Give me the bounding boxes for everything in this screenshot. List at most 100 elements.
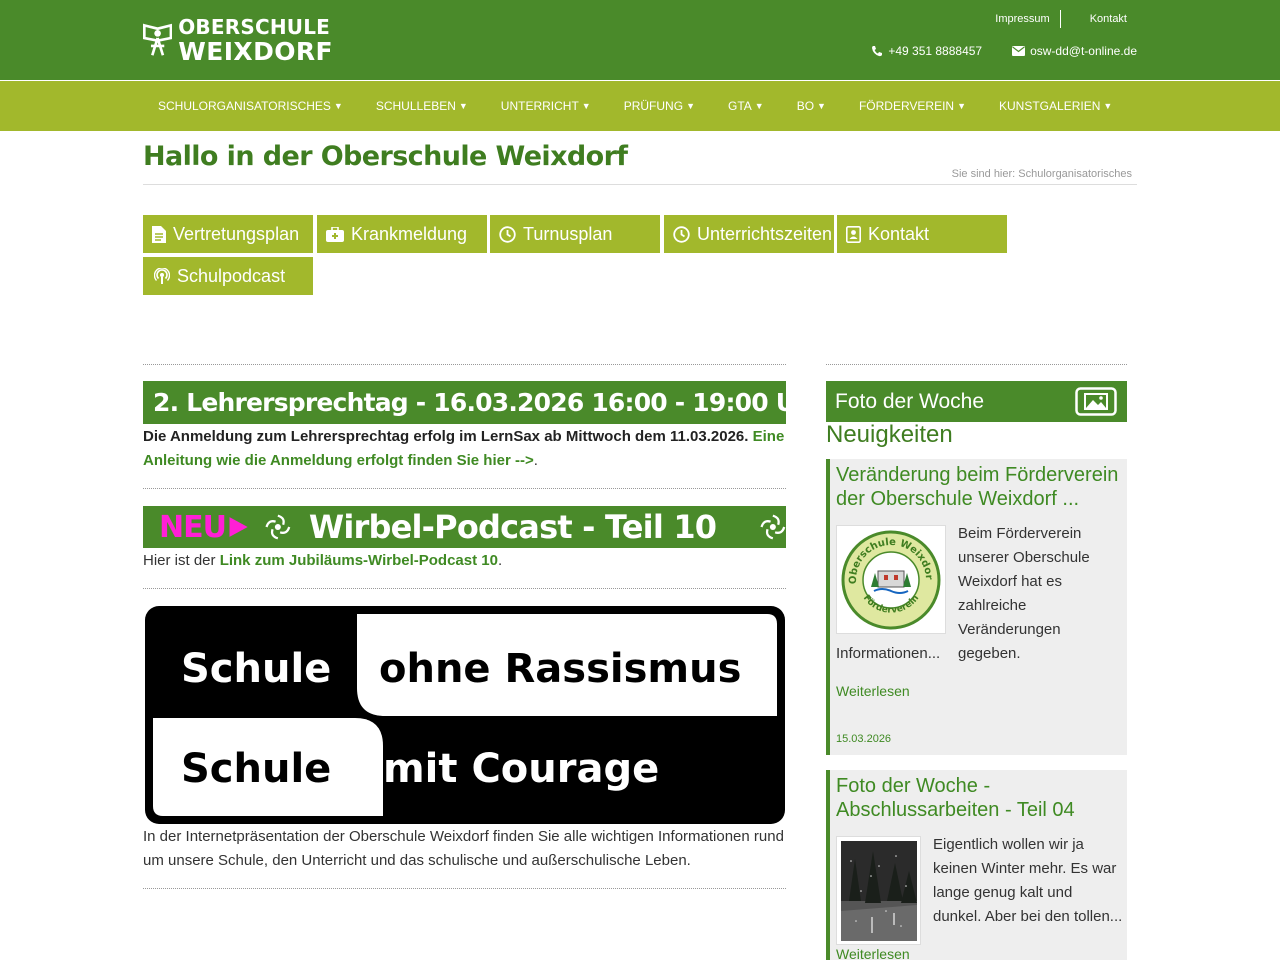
clock-icon: [499, 225, 516, 243]
banner-text: Wirbel-Podcast - Teil 10: [308, 508, 717, 546]
divider: [826, 364, 1127, 365]
winter-forest-photo: [840, 840, 917, 941]
swirl-icon: [265, 514, 291, 540]
lehrersprechtag-banner[interactable]: 2. Lehrersprechtag - 16.03.2026 16:00 - …: [143, 381, 841, 424]
chevron-down-icon: ▼: [581, 101, 591, 111]
clock-icon: [673, 225, 690, 243]
intro-text: In der Internetpräsentation der Oberschu…: [143, 828, 784, 869]
phone-icon: [872, 46, 883, 57]
logo-word-schule-2: Schule: [181, 746, 331, 792]
news-date: 15.03.2026: [836, 733, 892, 745]
kontakt-link[interactable]: Kontakt: [1090, 13, 1127, 25]
nav-item-kunstgalerien[interactable]: KUNSTGALERIEN ▼: [991, 99, 1120, 113]
nav-label: SCHULLEBEN: [375, 99, 456, 113]
divider: [143, 888, 786, 889]
divider: [143, 488, 786, 489]
chevron-down-icon: ▼: [754, 101, 764, 111]
breadcrumb: Sie sind hier: Schulorganisatorisches: [951, 168, 1132, 180]
impressum-link[interactable]: Impressum: [995, 13, 1049, 25]
email-contact[interactable]: osw-dd@t-online.de: [1012, 44, 1137, 58]
unterrichtszeiten-button[interactable]: Unterrichtszeiten: [664, 215, 834, 253]
news-heading: Neuigkeiten: [826, 421, 953, 448]
news-card-title[interactable]: Foto der Woche - Abschlussarbeiten - Tei…: [836, 774, 1121, 822]
photo-icon: [1075, 387, 1117, 416]
nav-item-schulorganisatorisches[interactable]: SCHULORGANISATORISCHES ▼: [150, 99, 351, 113]
krankmeldung-button[interactable]: Krankmeldung: [317, 215, 487, 253]
period: .: [497, 552, 503, 569]
phone-contact[interactable]: +49 351 8888457: [871, 44, 982, 58]
news-card-text-end: Informationen...: [836, 645, 941, 662]
top-link-separator: [1059, 10, 1061, 28]
nav-item-pruefung[interactable]: PRÜFUNG ▼: [616, 99, 703, 113]
chevron-down-icon: ▼: [817, 101, 826, 111]
envelope-icon: [1012, 46, 1026, 56]
button-label: Turnusplan: [523, 223, 613, 244]
foto-der-woche-header[interactable]: Foto der Woche: [826, 381, 1127, 422]
main-navigation: SCHULORGANISATORISCHES ▼ SCHULLEBEN ▼ UNTE…: [0, 81, 1280, 131]
nav-label: FÖRDERVEREIN: [858, 99, 955, 113]
page-title: Hallo in der Oberschule Weixdorf: [143, 141, 628, 172]
nav-label: UNTERRICHT: [500, 99, 579, 113]
podcast-icon: [154, 267, 170, 284]
chevron-down-icon: ▼: [1103, 101, 1113, 111]
nav-item-schulleben[interactable]: SCHULLEBEN ▼: [368, 99, 476, 113]
document-icon: [152, 225, 166, 243]
nav-item-foerderverein[interactable]: FÖRDERVEREIN ▼: [851, 99, 974, 113]
foerderverein-seal-icon: Oberschule Weixdorf Förderverein: [840, 529, 941, 629]
podcast-link[interactable]: Link zum Jubiläums-Wirbel-Podcast 10: [220, 552, 498, 569]
school-logo[interactable]: OBERSCHULE WEIXDORF: [143, 14, 333, 66]
vertretungsplan-button[interactable]: Vertretungsplan: [143, 215, 313, 253]
swirl-icon: [760, 514, 786, 540]
banner-text: 2. Lehrersprechtag - 16.03.2026 16:00 - …: [153, 388, 841, 417]
logo-line-2: WEIXDORF: [178, 36, 333, 66]
winter-photo-image: [836, 836, 921, 945]
turnusplan-button[interactable]: Turnusplan: [490, 215, 660, 253]
phone-number: +49 351 8888457: [888, 44, 983, 58]
divider: [143, 588, 786, 589]
address-book-icon: [846, 225, 861, 243]
top-links: Impressum Kontakt: [995, 10, 1127, 28]
kontakt-button[interactable]: Kontakt: [837, 215, 1007, 253]
foerderverein-seal-image: Oberschule Weixdorf Förderverein: [836, 525, 946, 634]
news-card[interactable]: Veränderung beim Förderverein der Obersc…: [826, 459, 1127, 755]
nav-item-bo[interactable]: BO ▼: [789, 99, 834, 113]
button-label: Vertretungsplan: [173, 223, 300, 244]
news-card-text: Eigentlich wollen wir ja keinen Winter m…: [933, 836, 1123, 925]
divider: [143, 184, 1137, 185]
nav-item-unterricht[interactable]: UNTERRICHT ▼: [493, 99, 599, 113]
logo-word-ohne-rassismus: ohne Rassismus: [379, 646, 741, 692]
nav-label: PRÜFUNG: [623, 99, 684, 113]
sidebar-header-label: Foto der Woche: [835, 389, 985, 413]
button-label: Kontakt: [868, 223, 930, 244]
schulpodcast-button[interactable]: Schulpodcast: [143, 257, 313, 295]
lehrersprechtag-text: Die Anmeldung zum Lehrersprechtag erfolg…: [143, 425, 786, 473]
chevron-down-icon: ▼: [957, 101, 967, 111]
weiterlesen-link[interactable]: Weiterlesen: [836, 946, 910, 960]
news-card[interactable]: Foto der Woche - Abschlussarbeiten - Tei…: [826, 770, 1127, 960]
play-arrow-icon: [229, 517, 248, 537]
divider: [143, 364, 786, 365]
podcast-text-pre: Hier ist der: [143, 552, 220, 569]
podcast-text: Hier ist der Link zum Jubiläums-Wirbel-P…: [143, 549, 786, 573]
logo-word-mit-courage: mit Courage: [383, 746, 659, 792]
logo-figure-icon: [143, 23, 173, 56]
news-card-title[interactable]: Veränderung beim Förderverein der Obersc…: [836, 463, 1121, 511]
wirbel-podcast-banner[interactable]: NEU Wirbel-Podcast - Teil 10: [143, 506, 786, 548]
nav-label: GTA: [727, 99, 752, 113]
email-address: osw-dd@t-online.de: [1030, 44, 1137, 58]
logo-word-schule-1: Schule: [181, 646, 331, 692]
button-label: Krankmeldung: [351, 223, 468, 244]
chevron-down-icon: ▼: [686, 101, 695, 111]
nav-label: KUNSTGALERIEN: [999, 99, 1101, 113]
chevron-down-icon: ▼: [333, 101, 343, 111]
schule-ohne-rassismus-logo[interactable]: Schule ohne Rassismus Schule mit Courage: [145, 606, 785, 824]
medkit-icon: [326, 226, 344, 242]
announcement-text: Die Anmeldung zum Lehrersprechtag erfolg…: [143, 428, 749, 445]
top-header: OBERSCHULE WEIXDORF Impressum Kontakt +4…: [0, 0, 1280, 80]
logo-line-1: OBERSCHULE: [178, 14, 331, 39]
nav-label: SCHULORGANISATORISCHES: [158, 99, 331, 113]
chevron-down-icon: ▼: [458, 101, 468, 111]
weiterlesen-link[interactable]: Weiterlesen: [836, 683, 910, 699]
nav-item-gta[interactable]: GTA ▼: [720, 99, 772, 113]
nav-label: BO: [796, 99, 815, 113]
